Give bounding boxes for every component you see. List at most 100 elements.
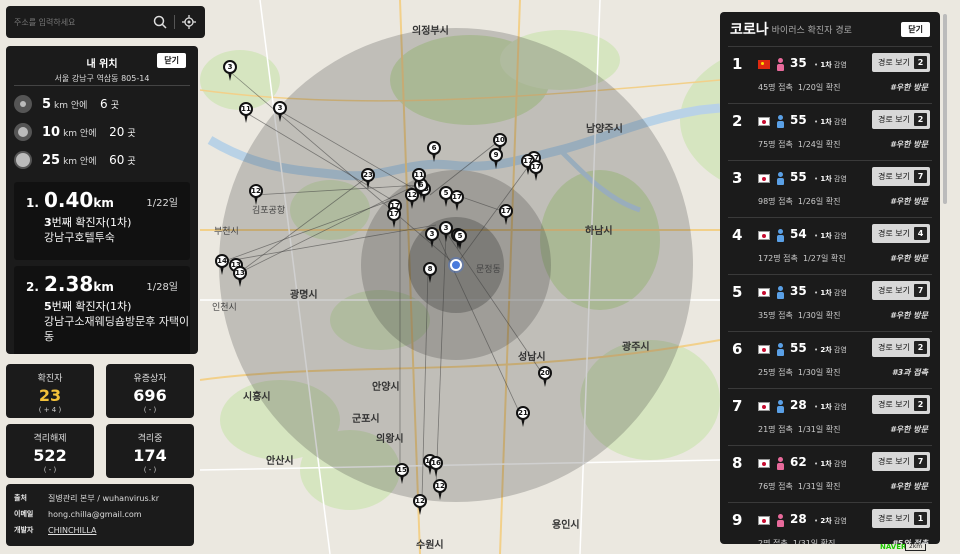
naver-logo: NAVER	[880, 543, 907, 551]
radius-suffix: 곳	[110, 100, 119, 111]
case-summary: 76명 접촉 1/31일 확진	[758, 482, 841, 491]
radius-unit: km 안에	[54, 100, 88, 111]
case-tag: #우한 방문	[890, 482, 928, 491]
korea-flag-icon	[758, 174, 770, 183]
close-button[interactable]: 닫기	[157, 53, 186, 68]
radius-icon	[14, 123, 32, 141]
case-item[interactable]: 2 55 • 1차 감염 75명 접촉 1/24일 확진 경로 보기 2 #우한 방문	[728, 103, 932, 160]
radius-row-10km[interactable]: 10 km 안에 20 곳	[6, 118, 198, 146]
case-item[interactable]: 8 62 • 1차 감염 76명 접촉 1/31일 확진 경로 보기 7 #우한 방문	[728, 445, 932, 502]
info-key: 이메일	[14, 510, 34, 518]
case-marker[interactable]: 12	[432, 479, 448, 501]
case-marker[interactable]: 16	[428, 456, 444, 478]
nearby-date: 1/28일	[146, 282, 178, 293]
route-button[interactable]: 경로 보기 2	[872, 338, 930, 357]
nearby-case-card[interactable]: 1. 0.40km 1/22일 3번째 확진자(1차) 강남구호텔투숙	[14, 182, 190, 260]
search-input[interactable]	[14, 17, 146, 27]
nearby-case-card[interactable]: 2. 2.38km 1/28일 5번째 확진자(1차) 강남구소재웨딩숍방문후 …	[14, 266, 190, 354]
radius-km: 10	[42, 124, 61, 140]
route-button[interactable]: 경로 보기 2	[872, 395, 930, 414]
case-marker[interactable]: 11	[238, 102, 254, 124]
radius-unit: km 안에	[63, 128, 97, 139]
case-summary: 25명 접촉 1/30일 확진	[758, 368, 841, 377]
my-location-header: 내 위치 서울 강남구 역삼동 805-14 닫기	[14, 46, 190, 86]
radius-row-25km[interactable]: 25 km 안에 60 곳	[6, 146, 198, 174]
case-marker[interactable]: 23	[360, 168, 376, 190]
case-tag: #우한 방문	[890, 311, 928, 320]
route-button[interactable]: 경로 보기 2	[872, 53, 930, 72]
case-summary: 35명 접촉 1/30일 확진	[758, 311, 841, 320]
info-source: 질병관리 본부 / wuhanvirus.kr	[48, 493, 160, 503]
case-marker[interactable]: 17	[528, 160, 544, 182]
case-stage: • 1차 감염	[814, 118, 847, 126]
female-icon	[776, 457, 784, 470]
scrollbar[interactable]	[943, 14, 947, 204]
case-marker[interactable]: 17	[498, 204, 514, 226]
place-label: 안양시	[372, 382, 400, 393]
route-button[interactable]: 경로 보기 2	[872, 110, 930, 129]
case-marker[interactable]: 15	[394, 463, 410, 485]
case-item[interactable]: 4 54 • 1차 감염 172명 접촉 1/27일 확진 경로 보기 4 #우한 방문	[728, 217, 932, 274]
case-marker[interactable]: 12	[412, 494, 428, 516]
case-marker[interactable]: 9	[488, 148, 504, 170]
info-email: hong.chilla@gmail.com	[48, 509, 142, 519]
case-item[interactable]: 5 35 • 1차 감염 35명 접촉 1/30일 확진 경로 보기 7 #우한 방문	[728, 274, 932, 331]
case-marker[interactable]: 8	[422, 262, 438, 284]
route-button[interactable]: 경로 보기 7	[872, 281, 930, 300]
case-summary: 45명 접촉 1/20일 확진	[758, 83, 841, 92]
case-item[interactable]: 3 55 • 1차 감염 98명 접촉 1/26일 확진 경로 보기 7 #우한 방문	[728, 160, 932, 217]
male-icon	[776, 172, 784, 185]
place-label: 용인시	[552, 520, 580, 531]
case-marker[interactable]: 20	[537, 366, 553, 388]
case-stage: • 1차 감염	[814, 175, 847, 183]
female-icon	[776, 58, 784, 71]
case-age: 62	[790, 455, 807, 469]
case-item[interactable]: 1 35 • 1차 감염 45명 접촉 1/20일 확진 경로 보기 2 #우한 방문	[728, 46, 932, 103]
developer-link[interactable]: CHINCHILLA	[48, 526, 96, 535]
case-number: 8	[732, 454, 743, 472]
case-number: 5	[732, 283, 743, 301]
korea-flag-icon	[758, 402, 770, 411]
close-button[interactable]: 닫기	[901, 22, 930, 37]
locate-icon[interactable]	[181, 14, 197, 30]
radius-row-5km[interactable]: 5 km 안에 6 곳	[6, 90, 198, 118]
case-item[interactable]: 7 28 • 1차 감염 21명 접촉 1/31일 확진 경로 보기 2 #우한 방문	[728, 388, 932, 445]
case-age: 28	[790, 512, 807, 526]
nearby-distance: 0.40km	[44, 188, 114, 212]
male-icon	[776, 400, 784, 413]
case-marker[interactable]: 5	[452, 229, 468, 251]
case-item[interactable]: 6 55 • 2차 감염 25명 접촉 1/30일 확진 경로 보기 2 #3과 접촉	[728, 331, 932, 388]
case-marker[interactable]: 12	[248, 184, 264, 206]
case-marker[interactable]: 3	[222, 60, 238, 82]
my-location-address: 서울 강남구 역삼동 805-14	[54, 74, 150, 83]
radius-count: 20	[109, 125, 125, 139]
panel-subtitle: 바이러스 확진자 경로	[771, 25, 852, 36]
route-button[interactable]: 경로 보기 4	[872, 224, 930, 243]
case-marker[interactable]: 11	[411, 168, 427, 190]
case-marker[interactable]: 17	[449, 190, 465, 212]
stat-isolated: 격리중 174 ( - )	[106, 424, 194, 478]
case-item[interactable]: 9 28 • 2차 감염 2명 접촉 1/31일 확진 경로 보기 1 #5와 접촉	[728, 502, 932, 544]
panel-title: 코로나	[730, 22, 769, 38]
case-marker[interactable]: 6	[426, 141, 442, 163]
case-age: 55	[790, 113, 807, 127]
male-icon	[776, 229, 784, 242]
radius-suffix: 곳	[127, 156, 136, 167]
place-label: 문정동	[476, 265, 501, 275]
info-box: 출처 질병관리 본부 / wuhanvirus.kr 이메일 hong.chilla…	[6, 484, 194, 546]
china-flag-icon	[758, 60, 770, 69]
case-marker[interactable]: 3	[272, 101, 288, 123]
case-marker[interactable]: 17	[386, 207, 402, 229]
place-label: 군포시	[352, 414, 380, 425]
route-button[interactable]: 경로 보기 7	[872, 452, 930, 471]
case-summary: 172명 접촉 1/27일 확진	[758, 254, 846, 263]
place-label: 의정부시	[412, 26, 449, 37]
case-marker[interactable]: 13	[232, 266, 248, 288]
place-label: 의왕시	[376, 434, 404, 445]
divider	[174, 15, 175, 29]
route-button[interactable]: 경로 보기 7	[872, 167, 930, 186]
case-summary: 2명 접촉 1/31일 확진	[758, 539, 836, 544]
search-icon[interactable]	[152, 14, 168, 30]
route-button[interactable]: 경로 보기 1	[872, 509, 930, 528]
case-marker[interactable]: 21	[515, 406, 531, 428]
